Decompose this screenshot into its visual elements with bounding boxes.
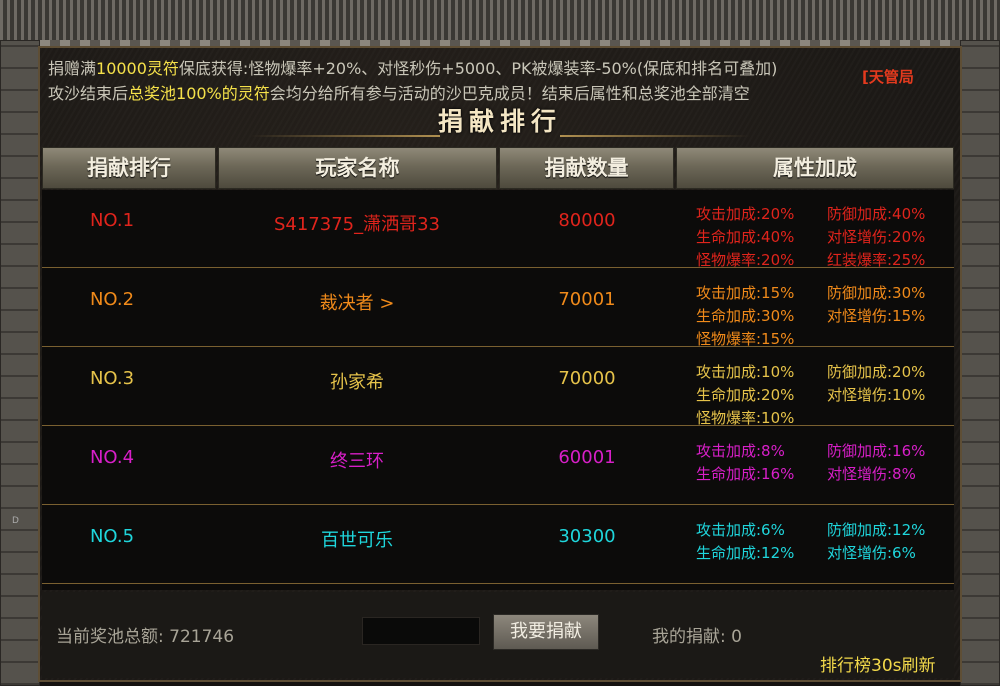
attr-item: 生命加成:20% [696, 386, 795, 404]
player-name-cell: 百世可乐 [321, 530, 393, 551]
attr-item: 攻击加成:20% [696, 205, 795, 223]
table-row: NO.1 S417375_潇洒哥33 80000 攻击加成:20% 防御加成:4… [42, 190, 954, 269]
attr-item: 对怪增伤:6% [827, 544, 916, 562]
attr-item: 攻击加成:8% [696, 442, 785, 460]
page-title: 捐献排行 [437, 107, 562, 136]
attr-item: 防御加成:12% [827, 521, 926, 539]
rank-cell: NO.3 [89, 368, 135, 389]
attr-item: 攻击加成:6% [696, 521, 785, 539]
my-donation: 我的捐献: 0 [652, 627, 742, 647]
notice-line1-c: 保底获得:怪物爆率+20%、对怪秒伤+5000、PK被爆装率-50%(保底和排名… [178, 59, 778, 78]
player-name-cell: 裁决者 > [319, 293, 395, 314]
table-row: NO.3 孙家希 70000 攻击加成:10% 防御加成:20% 生命加成:20… [42, 348, 954, 427]
side-marker: D [12, 516, 19, 526]
attr-item: 攻击加成:10% [696, 363, 795, 381]
notice-line-1: 捐赠满10000灵符保底获得:怪物爆率+20%、对怪秒伤+5000、PK被爆装率… [48, 56, 948, 81]
amount-cell: 70000 [558, 368, 616, 389]
player-name-cell: S417375_潇洒哥33 [273, 214, 441, 235]
notice-line1-highlight: 10000灵符 [96, 59, 179, 78]
header-player-name: 玩家名称 [218, 147, 497, 189]
right-pillar [960, 40, 1000, 686]
table-row: NO.4 终三环 60001 攻击加成:8% 防御加成:16% 生命加成:16%… [42, 427, 954, 505]
attr-item: 生命加成:12% [696, 544, 795, 562]
attr-item: 防御加成:40% [827, 205, 926, 223]
amount-cell: 70001 [558, 289, 616, 310]
ranking-table: NO.1 S417375_潇洒哥33 80000 攻击加成:20% 防御加成:4… [42, 190, 954, 590]
attr-item: 攻击加成:15% [696, 284, 795, 302]
notice-line1-a: 捐赠满 [48, 59, 97, 78]
player-name-cell: 终三环 [330, 451, 384, 472]
attr-item: 对怪增伤:20% [827, 228, 926, 246]
attr-item: 生命加成:40% [696, 228, 795, 246]
tag-label: [天管局 [862, 68, 914, 86]
attr-item: 对怪增伤:15% [827, 307, 926, 325]
rank-cell: NO.1 [89, 210, 135, 231]
attr-item: 对怪增伤:8% [827, 465, 916, 483]
attr-item: 防御加成:16% [827, 442, 926, 460]
donate-button[interactable]: 我要捐献 [493, 614, 599, 650]
amount-cell: 60001 [558, 447, 616, 468]
rank-cell: NO.2 [89, 289, 135, 310]
header-attributes: 属性加成 [676, 147, 954, 189]
attr-item: 生命加成:16% [696, 465, 795, 483]
rank-cell: NO.5 [89, 526, 135, 547]
amount-cell: 30300 [558, 526, 616, 547]
refresh-note: 排行榜30s刷新 [820, 656, 936, 676]
header-amount: 捐献数量 [499, 147, 674, 189]
notice-line2-highlight: 总奖池100%的灵符 [128, 84, 270, 103]
player-name-cell: 孙家希 [330, 372, 384, 393]
header-rank: 捐献排行 [42, 147, 216, 189]
table-row: NO.5 百世可乐 30300 攻击加成:6% 防御加成:12% 生命加成:12… [42, 506, 954, 584]
attr-item: 防御加成:20% [827, 363, 926, 381]
table-row: NO.2 裁决者 > 70001 攻击加成:15% 防御加成:30% 生命加成:… [42, 269, 954, 348]
notice-text: 捐赠满10000灵符保底获得:怪物爆率+20%、对怪秒伤+5000、PK被爆装率… [48, 56, 948, 106]
rank-cell: NO.4 [89, 447, 135, 468]
left-pillar [0, 40, 40, 686]
attr-item: 对怪增伤:10% [827, 386, 926, 404]
amount-cell: 80000 [558, 210, 616, 231]
title-banner: 捐献排行 [250, 100, 750, 146]
attr-item: 防御加成:30% [827, 284, 926, 302]
donation-amount-input[interactable] [362, 617, 480, 645]
prize-pool-total: 当前奖池总额: 721746 [56, 627, 235, 647]
notice-line2-a: 攻沙结束后 [48, 84, 129, 103]
roof-frame [0, 0, 1000, 52]
attr-item: 生命加成:30% [696, 307, 795, 325]
